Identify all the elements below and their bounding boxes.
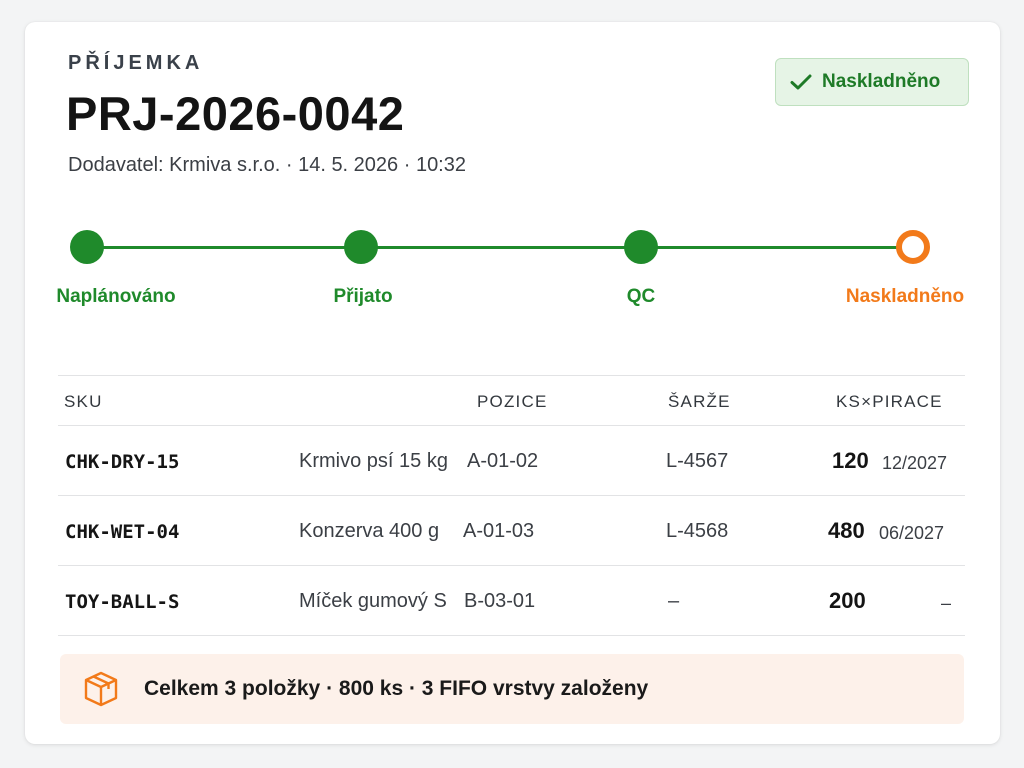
expiry-cell: 06/2027 [879, 523, 945, 543]
table-row[interactable]: TOY-BALL-S Míček gumový S B-03-01 – 200 … [58, 566, 965, 636]
receipt-card: PŘÍJEMKA PRJ-2026-0042 Dodavatel: Krmiva… [25, 22, 1000, 744]
summary-text: Celkem 3 položky · 800 ks · 3 FIFO vrstv… [144, 677, 649, 700]
sku-cell: CHK-WET-04 [65, 521, 180, 543]
position-cell: B-03-01 [464, 590, 536, 612]
quantity-cell: 480 [828, 518, 865, 543]
table-header-row: SKU POZICE ŠARŽE KS×PIRACE [58, 375, 965, 426]
batch-cell: L-4568 [666, 520, 729, 542]
summary-banner: Celkem 3 položky · 800 ks · 3 FIFO vrstv… [60, 654, 964, 724]
column-header-position: POZICE [477, 392, 548, 411]
quantity-cell: 200 [829, 588, 866, 613]
step-dot-done [70, 230, 104, 264]
item-name-cell: Míček gumový S [299, 590, 447, 612]
table-row[interactable]: CHK-DRY-15 Krmivo psí 15 kg A-01-02 L-45… [58, 426, 965, 496]
table-row[interactable]: CHK-WET-04 Konzerva 400 g A-01-03 L-4568… [58, 496, 965, 566]
step-dot-current [896, 230, 930, 264]
items-table: SKU POZICE ŠARŽE KS×PIRACE CHK-DRY-15 Kr… [58, 375, 965, 636]
stepper-line [87, 246, 361, 249]
item-name-cell: Konzerva 400 g [299, 520, 440, 542]
step-label-qc: QC [626, 286, 656, 307]
stepper-line [361, 246, 641, 249]
package-icon [84, 671, 118, 707]
position-cell: A-01-02 [467, 450, 539, 472]
column-header-sku: SKU [64, 392, 103, 411]
step-label-received: Přijato [333, 286, 393, 307]
column-header-qty-expiry: KS×PIRACE [836, 392, 943, 411]
step-dot-done [624, 230, 658, 264]
step-label-stocked: Naskladněno [845, 286, 965, 307]
sku-cell: CHK-DRY-15 [65, 451, 180, 473]
batch-cell: L-4567 [666, 450, 729, 472]
batch-cell: – [668, 590, 680, 612]
step-dot-done [344, 230, 378, 264]
quantity-cell: 120 [832, 448, 869, 473]
item-name-cell: Krmivo psí 15 kg [299, 450, 448, 472]
stepper-line [641, 246, 913, 249]
expiry-cell: 12/2027 [882, 453, 948, 473]
sku-cell: TOY-BALL-S [65, 591, 180, 613]
progress-stepper: Naplánováno Přijato QC Naskladněno [25, 22, 1000, 342]
expiry-cell: – [941, 593, 952, 613]
column-header-batch: ŠARŽE [668, 392, 731, 411]
position-cell: A-01-03 [463, 520, 535, 542]
step-label-planned: Naplánováno [56, 286, 176, 307]
